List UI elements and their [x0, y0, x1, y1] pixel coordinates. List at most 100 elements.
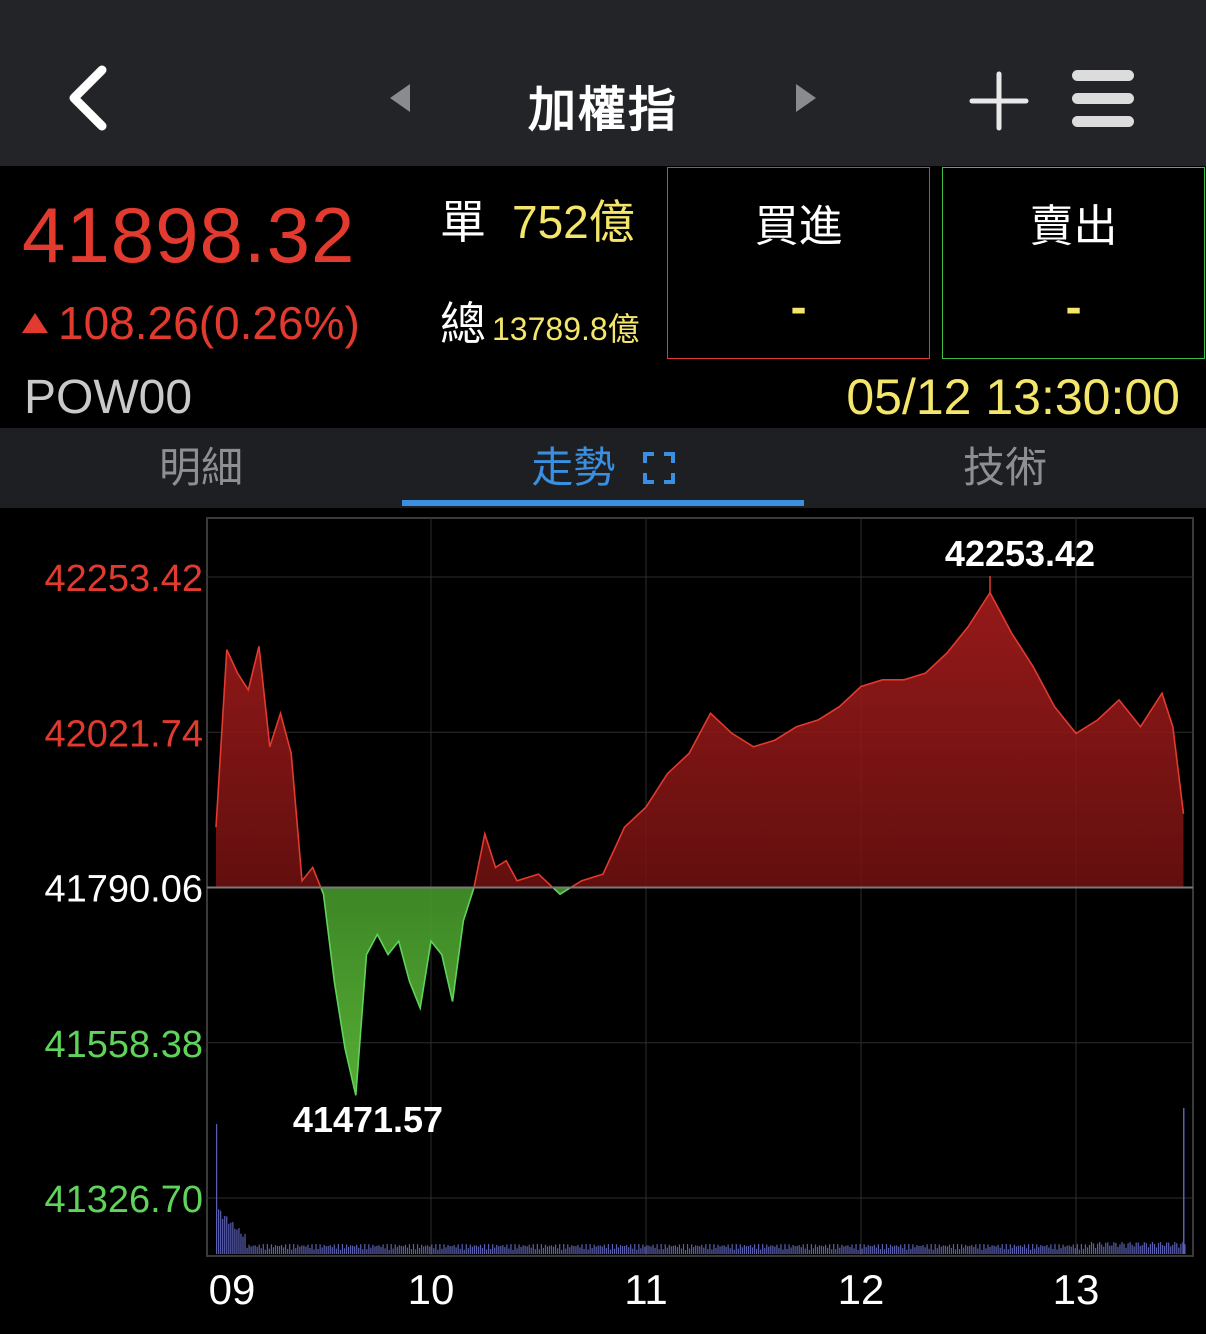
volume-bar — [717, 1244, 719, 1254]
volume-bar — [1048, 1247, 1050, 1254]
volume-bar — [319, 1244, 321, 1254]
volume-bar — [906, 1249, 908, 1254]
volume-bar — [528, 1244, 530, 1254]
volume-bar — [345, 1244, 348, 1254]
volume-bar — [252, 1245, 254, 1254]
volume-bar — [626, 1245, 628, 1254]
next-arrow-icon[interactable] — [796, 84, 816, 112]
tab-technical-label: 技術 — [962, 443, 1047, 492]
volume-bar — [329, 1245, 331, 1254]
volume-bar — [333, 1244, 335, 1254]
volume-bar — [386, 1244, 388, 1254]
volume-bar — [573, 1245, 575, 1254]
previous-arrow-icon[interactable] — [390, 84, 410, 112]
volume-bar — [711, 1249, 713, 1254]
volume-bar — [1170, 1246, 1172, 1254]
volume-bar — [825, 1244, 827, 1254]
volume-bar — [965, 1244, 967, 1254]
volume-bar — [705, 1244, 707, 1254]
sell-button[interactable]: 賣出 - — [942, 167, 1205, 359]
volume-bar — [672, 1245, 674, 1254]
volume-bar — [406, 1247, 409, 1254]
volume-bar — [910, 1248, 912, 1254]
volume-bar — [1107, 1242, 1109, 1254]
expand-icon[interactable] — [642, 430, 675, 484]
volume-bar — [768, 1246, 770, 1254]
buy-button[interactable]: 買進 - — [667, 167, 930, 359]
volume-bar — [465, 1244, 467, 1254]
volume-bar — [569, 1247, 571, 1254]
volume-bar — [733, 1249, 735, 1254]
volume-bar — [461, 1244, 463, 1254]
volume-bar — [1115, 1242, 1117, 1254]
volume-bar — [973, 1247, 975, 1254]
volume-bar — [946, 1246, 948, 1254]
volume-bar — [278, 1246, 281, 1254]
volume-bar — [975, 1244, 977, 1254]
volume-bar — [753, 1244, 756, 1254]
volume-bar — [902, 1248, 904, 1254]
volume-bar — [416, 1244, 419, 1254]
volume-bar — [317, 1248, 319, 1254]
volume-bar — [1003, 1249, 1005, 1254]
tab-details[interactable]: 明細 — [0, 428, 402, 508]
volume-bar — [1119, 1244, 1121, 1254]
volume-bar — [792, 1244, 794, 1254]
volume-bar — [788, 1244, 790, 1254]
volume-bar — [845, 1245, 847, 1254]
volume-bar — [236, 1229, 238, 1254]
menu-icon[interactable] — [1072, 68, 1136, 130]
volume-bar — [731, 1244, 733, 1254]
volume-bar — [305, 1246, 307, 1254]
volume-bar — [216, 1124, 218, 1254]
volume-bar — [737, 1248, 739, 1254]
volume-bar — [311, 1244, 313, 1254]
volume-bar — [1161, 1245, 1164, 1254]
volume-bar — [1044, 1246, 1046, 1254]
volume-bar — [1076, 1244, 1078, 1254]
volume-bar — [922, 1245, 924, 1254]
volume-bar — [715, 1247, 717, 1254]
volume-bar — [1176, 1243, 1178, 1254]
intraday-chart[interactable]: 42253.42 42021.74 41790.06 41558.38 41326.70… — [0, 508, 1206, 1334]
volume-bar — [936, 1248, 938, 1254]
volume-bar — [228, 1223, 230, 1254]
tab-bar: 明細 走勢 技術 — [0, 428, 1206, 508]
volume-bar — [605, 1248, 607, 1254]
volume-bar — [571, 1245, 573, 1254]
volume-bar — [619, 1244, 622, 1254]
volume-bar — [642, 1244, 644, 1254]
volume-bar — [800, 1247, 802, 1254]
volume-bar — [843, 1246, 845, 1254]
volume-bar — [794, 1246, 796, 1254]
volume-bar — [1056, 1249, 1058, 1254]
volume-bar — [597, 1245, 599, 1254]
volume-bar — [404, 1244, 406, 1254]
tab-trend[interactable]: 走勢 — [402, 428, 804, 508]
back-chevron-icon[interactable] — [60, 62, 120, 132]
add-icon[interactable] — [968, 70, 1030, 132]
volume-bar — [256, 1246, 258, 1254]
volume-bar — [875, 1247, 877, 1254]
volume-bar — [1058, 1244, 1060, 1254]
volume-bar — [1028, 1244, 1030, 1254]
volume-bar — [983, 1244, 985, 1254]
volume-bar — [680, 1248, 683, 1254]
volume-bar — [599, 1245, 601, 1254]
volume-bar — [885, 1244, 888, 1254]
tab-technical[interactable]: 技術 — [804, 428, 1206, 508]
volume-bar — [412, 1244, 415, 1254]
volume-bar — [1097, 1243, 1099, 1254]
volume-bar — [660, 1244, 662, 1254]
volume-bar — [648, 1245, 650, 1254]
volume-bar — [697, 1245, 699, 1254]
volume-bar — [380, 1246, 382, 1254]
volume-bar — [291, 1249, 293, 1254]
volume-bar — [455, 1247, 457, 1254]
volume-bar — [520, 1246, 522, 1254]
volume-bar — [1099, 1242, 1101, 1254]
volume-bar — [349, 1245, 352, 1254]
volume-bar — [587, 1249, 589, 1254]
volume-bar — [463, 1249, 465, 1254]
volume-bar — [356, 1244, 358, 1254]
